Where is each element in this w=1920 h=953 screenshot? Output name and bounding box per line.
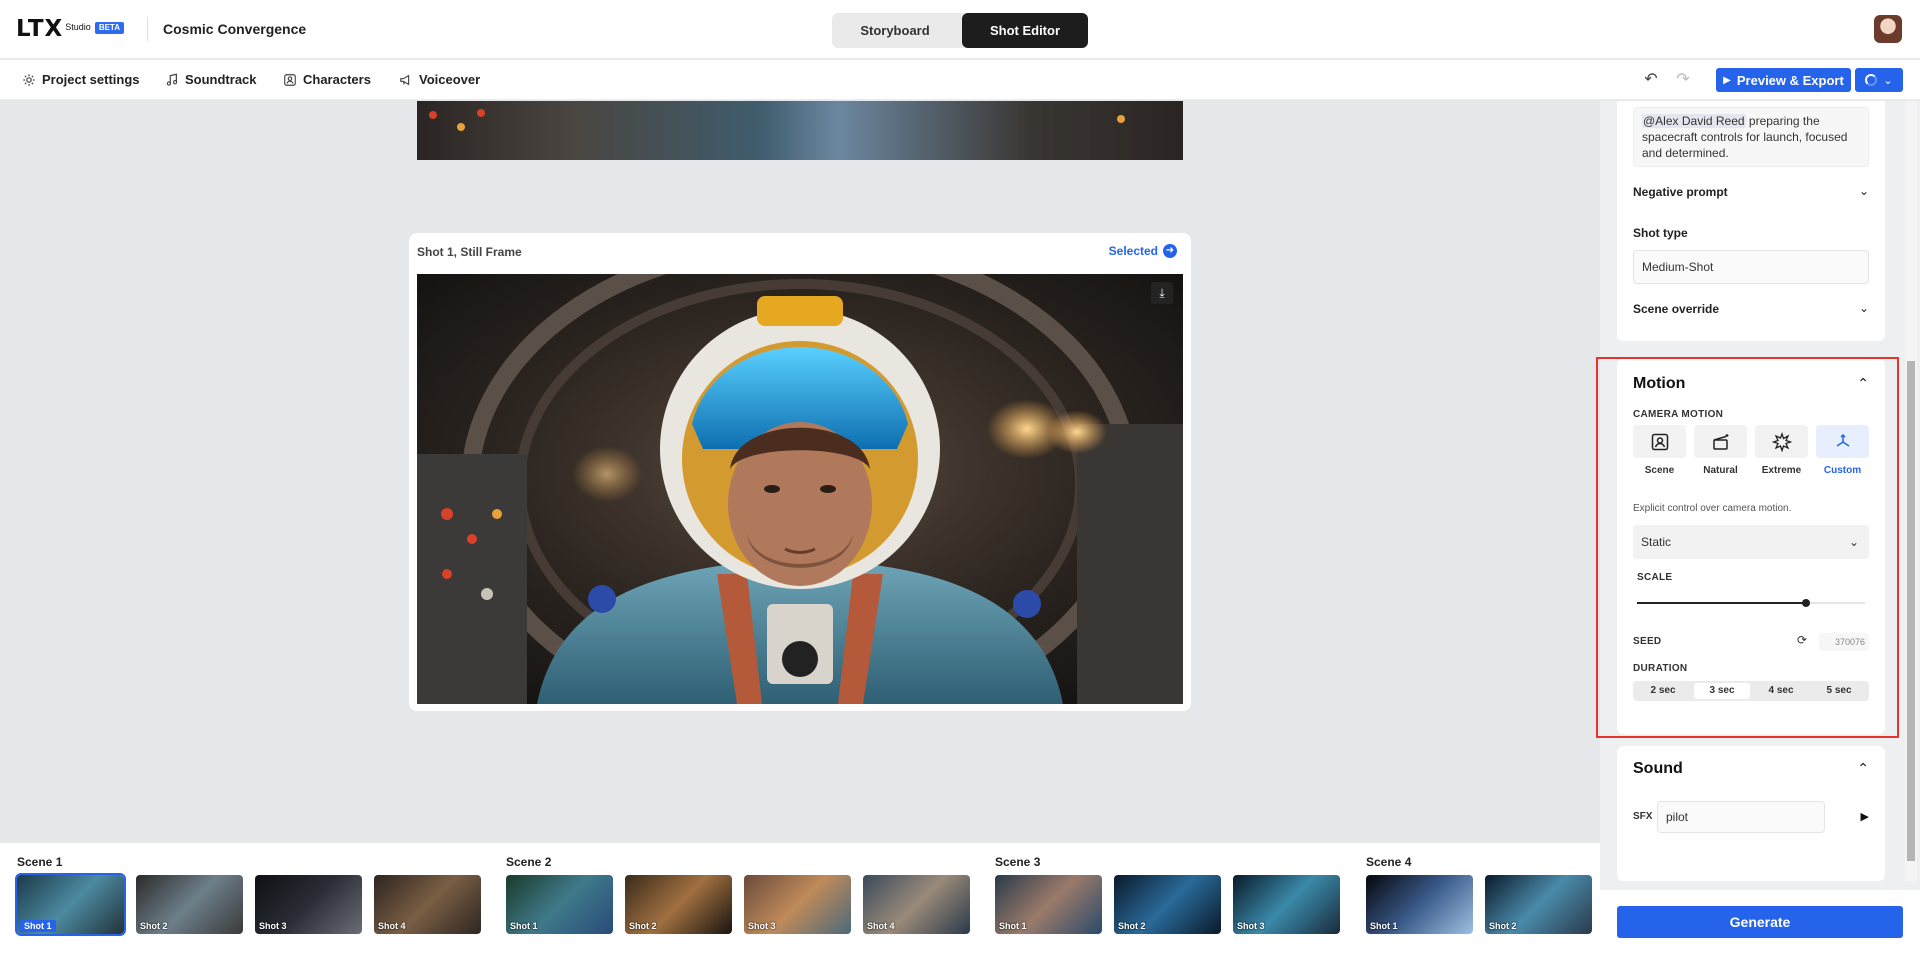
scene-2-shot-2-thumbnail[interactable]: Shot 2	[625, 875, 732, 934]
chevron-down-icon[interactable]: ⌄	[1859, 301, 1869, 315]
card-title: Shot 1, Still Frame	[417, 245, 522, 259]
thumbnail-label: Shot 1	[999, 921, 1027, 931]
preview-export-button[interactable]: ▶ Preview & Export	[1716, 68, 1851, 92]
project-settings-button[interactable]: Project settings	[22, 72, 140, 87]
thumbnail-label: Shot 3	[259, 921, 287, 931]
thumbnail-label: Shot 4	[378, 921, 406, 931]
shot-type-label: Shot type	[1633, 226, 1688, 240]
sfx-input[interactable]: pilot	[1657, 801, 1825, 833]
shot-editor-tab[interactable]: Shot Editor	[962, 13, 1088, 48]
arrow-right-icon: ➜	[1163, 244, 1177, 258]
shot-prompt-section: @Alex David Reed preparing the spacecraf…	[1617, 101, 1885, 341]
thumbnail-label: Shot 1	[1370, 921, 1398, 931]
scene-1-shot-2-thumbnail[interactable]: Shot 2	[136, 875, 243, 934]
user-avatar[interactable]	[1874, 15, 1902, 43]
scene-4-label: Scene 4	[1366, 855, 1412, 869]
generation-status-button[interactable]: ⌄	[1855, 68, 1903, 92]
scene-3-shot-1-thumbnail[interactable]: Shot 1	[995, 875, 1102, 934]
scene-4-shot-1-thumbnail[interactable]: Shot 1	[1366, 875, 1473, 934]
sound-title: Sound	[1633, 760, 1683, 777]
thumbnail-label: Shot 4	[867, 921, 895, 931]
music-note-icon	[166, 73, 178, 86]
selected-indicator[interactable]: Selected ➜	[1109, 244, 1177, 258]
thumbnail-label: Shot 2	[1489, 921, 1517, 931]
characters-button[interactable]: Characters	[283, 72, 371, 87]
scene-1-shot-1-thumbnail[interactable]: Shot 1	[15, 873, 126, 936]
undo-icon[interactable]: ↶	[1641, 70, 1661, 90]
play-icon: ▶	[1723, 74, 1731, 86]
voiceover-button[interactable]: Voiceover	[399, 72, 480, 87]
generate-button[interactable]: Generate	[1617, 906, 1903, 938]
negative-prompt-toggle[interactable]: Negative prompt	[1633, 185, 1728, 199]
shot-canvas: Shot 1, Still Frame Selected ➜ ⤓	[0, 101, 1600, 843]
scene-4-shot-2-thumbnail[interactable]: Shot 2	[1485, 875, 1592, 934]
thumbnail-label: Shot 2	[1118, 921, 1146, 931]
scene-2-shot-4-thumbnail[interactable]: Shot 4	[863, 875, 970, 934]
soundtrack-button[interactable]: Soundtrack	[165, 72, 257, 87]
logo-sub: Studio	[65, 22, 91, 32]
gear-icon	[23, 73, 35, 86]
app-logo[interactable]: LTX Studio BETA	[16, 16, 124, 42]
thumbnail-label: Shot 2	[140, 921, 168, 931]
voiceover-label: Voiceover	[419, 72, 481, 87]
project-toolbar: Project settings Soundtrack Characters V…	[0, 60, 1920, 100]
character-icon	[284, 73, 296, 86]
scene-filmstrip: Scene 1 Shot 1 Shot 2 Shot 3 Shot 4 Scen…	[0, 843, 1600, 953]
redo-icon[interactable]: ↷	[1673, 70, 1693, 90]
still-frame-image[interactable]: ⤓	[417, 274, 1183, 704]
header-divider	[147, 17, 148, 41]
scene-2-shot-1-thumbnail[interactable]: Shot 1	[506, 875, 613, 934]
selected-label: Selected	[1108, 244, 1158, 258]
astronaut-illustration	[417, 274, 1183, 704]
top-bar: LTX Studio BETA Cosmic Convergence Story…	[0, 0, 1920, 59]
shot-type-field[interactable]: Medium-Shot	[1633, 250, 1869, 284]
thumbnail-label: Shot 2	[629, 921, 657, 931]
scene-2-shot-3-thumbnail[interactable]: Shot 3	[744, 875, 851, 934]
previous-frame-image[interactable]	[417, 101, 1183, 160]
preview-export-label: Preview & Export	[1736, 72, 1844, 88]
storyboard-tab[interactable]: Storyboard	[832, 13, 958, 48]
sound-section: Sound ⌃ SFX pilot ▶	[1617, 746, 1885, 881]
mode-switch: Storyboard Shot Editor	[832, 13, 1088, 48]
scene-1-shot-3-thumbnail[interactable]: Shot 3	[255, 875, 362, 934]
scene-1-shot-4-thumbnail[interactable]: Shot 4	[374, 875, 481, 934]
chevron-up-icon[interactable]: ⌃	[1857, 760, 1869, 777]
megaphone-icon	[400, 74, 410, 85]
project-settings-label: Project settings	[42, 72, 140, 87]
project-title[interactable]: Cosmic Convergence	[163, 21, 306, 37]
download-icon[interactable]: ⤓	[1151, 282, 1173, 304]
thumbnail-label: Shot 3	[748, 921, 776, 931]
scrollbar-thumb[interactable]	[1907, 361, 1915, 861]
chevron-down-icon: ⌄	[1883, 74, 1893, 87]
soundtrack-label: Soundtrack	[185, 72, 257, 87]
logo-text: LTX	[16, 16, 64, 42]
thumbnail-label: Shot 1	[20, 920, 56, 932]
thumbnail-label: Shot 1	[510, 921, 538, 931]
motion-highlight-frame	[1596, 357, 1899, 738]
chevron-down-icon[interactable]: ⌄	[1859, 184, 1869, 198]
scene-3-shot-3-thumbnail[interactable]: Shot 3	[1233, 875, 1340, 934]
thumbnail-label: Shot 3	[1237, 921, 1265, 931]
scene-override-toggle[interactable]: Scene override	[1633, 302, 1719, 316]
scene-1-label: Scene 1	[17, 855, 63, 869]
characters-label: Characters	[303, 72, 371, 87]
scene-2-label: Scene 2	[506, 855, 552, 869]
sfx-label: SFX	[1633, 811, 1653, 822]
play-icon[interactable]: ▶	[1861, 810, 1869, 823]
panel-scrollbar[interactable]	[1905, 101, 1917, 881]
shot-still-frame-card[interactable]: Shot 1, Still Frame Selected ➜ ⤓	[409, 233, 1191, 711]
scene-3-label: Scene 3	[995, 855, 1041, 869]
scene-3-shot-2-thumbnail[interactable]: Shot 2	[1114, 875, 1221, 934]
beta-badge: BETA	[94, 22, 124, 34]
character-mention[interactable]: @Alex David Reed	[1642, 114, 1746, 128]
prompt-textarea[interactable]: @Alex David Reed preparing the spacecraf…	[1633, 107, 1869, 167]
spinner-icon	[1865, 74, 1878, 86]
